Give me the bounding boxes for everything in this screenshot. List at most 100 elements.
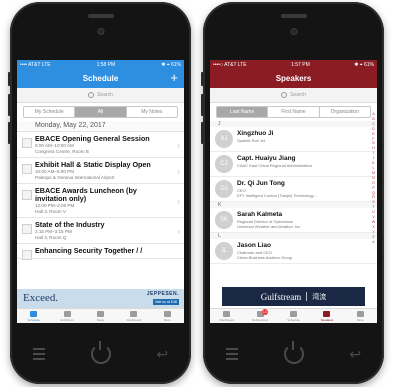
tab-my-schedule[interactable]: My Schedule xyxy=(24,107,76,117)
tab-exhibitors[interactable]: Exhibitors xyxy=(50,309,83,323)
session-checkbox[interactable] xyxy=(22,190,32,200)
menu-icon[interactable] xyxy=(225,348,238,360)
front-camera xyxy=(290,28,297,35)
power-icon[interactable] xyxy=(283,341,304,364)
tab-label: Exhibitors xyxy=(60,317,74,322)
sort-segmented-control: Last Name First Name Organization xyxy=(216,106,371,118)
exhibitors-icon xyxy=(63,310,71,317)
phone-speakers: ••••○ AT&T LTE 1:57 PM ✱ ⌖ 61% Speakers … xyxy=(201,2,384,384)
tab-schedule[interactable]: Schedule xyxy=(17,309,50,323)
speaker-row[interactable]: DJ Dr. Qi Jun Tong CEO EFY Intelligent Co… xyxy=(210,177,377,202)
speaker-details: Chairman and CEO China Business Aviation … xyxy=(237,250,292,260)
ad-chinese-brand: 湾流 xyxy=(312,292,327,301)
alphabet-index[interactable]: A B C D E F G H I J K L M N O P Q R S T U V W X Y Z # xyxy=(371,112,376,244)
session-location: Palexpo & Geneva International Airport xyxy=(35,174,115,180)
session-checkbox[interactable] xyxy=(22,138,32,148)
volume-up-button xyxy=(201,94,204,116)
tab-label: Maps xyxy=(96,317,105,322)
tab-maps[interactable]: Maps xyxy=(84,309,117,323)
speaker-row[interactable]: CJ Capt. Huaiyu Jiang CAAC East China Re… xyxy=(210,152,377,177)
speaker-row[interactable]: JL Jason Liao Chairman and CEO China Busi… xyxy=(210,239,377,264)
session-item[interactable]: EBACE Awards Luncheon (by invitation onl… xyxy=(17,184,184,218)
tab-label: Schedule xyxy=(27,317,40,322)
session-location: Hall 3, Room V xyxy=(35,208,66,214)
speaker-name: Dr. Qi Jun Tong xyxy=(237,180,285,187)
ad-brand: JEPPESEN. xyxy=(146,291,179,297)
tab-last-name[interactable]: Last Name xyxy=(217,107,269,117)
power-icon[interactable] xyxy=(90,341,111,364)
mute-switch xyxy=(201,72,204,86)
add-icon[interactable]: + xyxy=(170,69,178,87)
search-bar[interactable]: Search xyxy=(210,88,377,103)
avatar: JL xyxy=(215,242,233,260)
session-title: Enhancing Security Together / / xyxy=(35,246,143,255)
tab-dashboard[interactable]: Dashboard xyxy=(117,309,150,323)
speaker-row[interactable]: SK Sarah Kalmeta Regional Director of Op… xyxy=(210,208,377,233)
speaker-details: Regional Director of Operations Universal… xyxy=(237,219,300,229)
tab-notifications[interactable]: 13 Notifications xyxy=(243,309,276,323)
session-item[interactable]: State of the Industry 2:15 PM–3:15 PM Ha… xyxy=(17,218,184,244)
carrier-label: ••••○ AT&T LTE xyxy=(213,61,247,68)
session-title: EBACE Opening General Session xyxy=(35,134,150,143)
tab-label: Notifications xyxy=(251,317,269,322)
page-title: Speakers xyxy=(275,74,312,83)
volume-down-button xyxy=(201,122,204,144)
earpiece xyxy=(280,14,307,18)
tab-label: More xyxy=(163,317,171,322)
page-title: Schedule xyxy=(82,74,119,83)
dashboard-icon xyxy=(130,310,138,317)
chevron-right-icon: › xyxy=(177,226,180,236)
session-item[interactable]: Enhancing Security Together / / xyxy=(17,244,184,260)
battery-indicator: ✱ ⌖ 61% xyxy=(354,61,374,68)
tab-more[interactable]: More xyxy=(151,309,184,323)
schedule-screen: •••• AT&T LTE 1:58 PM ✱ ⌖ 61% Schedule +… xyxy=(17,60,184,323)
tab-organization[interactable]: Organization xyxy=(320,107,370,117)
tab-dashboard[interactable]: Dashboard xyxy=(210,309,243,323)
search-placeholder: Search xyxy=(290,92,306,98)
tab-all[interactable]: All xyxy=(75,107,127,117)
speakers-icon xyxy=(323,310,331,317)
gulfstream-ad-banner[interactable]: Gulfstream 湾流 xyxy=(222,287,365,306)
tab-my-notes[interactable]: My Notes xyxy=(127,107,177,117)
speaker-org: Sparkle Roll Jet xyxy=(237,138,266,143)
session-title: Exhibit Hall & Static Display Open xyxy=(35,160,151,169)
search-bar[interactable]: Search xyxy=(17,88,184,103)
tab-speakers[interactable]: Speakers xyxy=(310,309,343,323)
alphabet-index-letter[interactable]: # xyxy=(373,240,375,245)
volume-up-button xyxy=(8,94,11,116)
session-item[interactable]: EBACE Opening General Session 9:00 AM–10… xyxy=(17,132,184,158)
tab-label: Schedule xyxy=(287,317,300,322)
session-checkbox[interactable] xyxy=(22,224,32,234)
session-checkbox[interactable] xyxy=(22,164,32,174)
menu-icon[interactable] xyxy=(32,348,45,360)
tab-more[interactable]: More xyxy=(344,309,377,323)
ad-brand: Gulfstream xyxy=(260,291,302,302)
speaker-org: CAAC East China Regional Administration xyxy=(237,163,312,168)
speakers-header: ••••○ AT&T LTE 1:57 PM ✱ ⌖ 61% Speakers xyxy=(210,60,377,88)
avatar: SK xyxy=(215,211,233,229)
tab-schedule[interactable]: Schedule xyxy=(277,309,310,323)
front-camera xyxy=(97,28,104,35)
avatar: XJ xyxy=(215,130,233,148)
date-header: Monday, May 22, 2017 xyxy=(17,121,184,132)
tab-first-name[interactable]: First Name xyxy=(268,107,320,117)
phone-nav-bar: ↩ xyxy=(10,334,191,374)
battery-indicator: ✱ ⌖ 61% xyxy=(161,61,181,68)
more-icon xyxy=(356,310,364,317)
jeppesen-ad-banner[interactable]: Exceed. JEPPESEN. Visit us at E48 xyxy=(17,289,184,309)
session-item[interactable]: Exhibit Hall & Static Display Open 10:00… xyxy=(17,158,184,184)
session-checkbox[interactable] xyxy=(22,250,32,260)
schedule-header: •••• AT&T LTE 1:58 PM ✱ ⌖ 61% Schedule + xyxy=(17,60,184,88)
schedule-filter-segmented-control: My Schedule All My Notes xyxy=(23,106,178,118)
chevron-right-icon: › xyxy=(177,140,180,150)
session-title: State of the Industry xyxy=(35,220,105,229)
speaker-org: EFY Intelligent Control (Tianjin) Techno… xyxy=(237,193,317,198)
tab-label: Dashboard xyxy=(219,317,235,322)
ad-divider xyxy=(306,292,308,301)
tab-label: Speakers xyxy=(320,317,334,322)
calendar-icon xyxy=(290,310,298,317)
speaker-row[interactable]: XJ Xingzhuo Ji Sparkle Roll Jet xyxy=(210,127,377,152)
back-icon[interactable]: ↩ xyxy=(349,346,361,363)
back-icon[interactable]: ↩ xyxy=(156,346,168,363)
nav-bar: Schedule + xyxy=(17,69,184,88)
